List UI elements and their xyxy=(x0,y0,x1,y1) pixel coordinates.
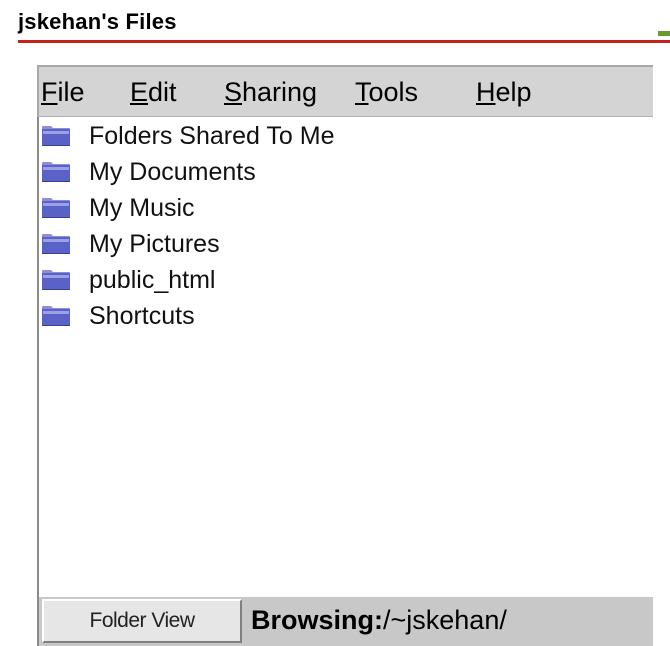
file-name: My Music xyxy=(89,194,195,222)
menu-bar: File Edit Sharing Tools Help xyxy=(37,65,653,117)
folder-view-button[interactable]: Folder View xyxy=(42,599,242,643)
current-path: Browsing:/~jskehan/ xyxy=(251,603,507,637)
folder-icon xyxy=(42,162,70,182)
folder-icon xyxy=(42,126,70,146)
menu-help-label: elp xyxy=(495,77,532,107)
menu-help[interactable]: Help xyxy=(476,76,532,108)
file-name: public_html xyxy=(89,266,216,294)
folder-icon xyxy=(42,270,70,290)
status-bar: Folder View Browsing:/~jskehan/ xyxy=(37,597,653,646)
folder-icon xyxy=(42,306,70,326)
menu-help-accelerator: H xyxy=(476,77,496,107)
menu-edit-label: dit xyxy=(148,77,177,107)
menu-tools[interactable]: Tools xyxy=(355,76,418,108)
file-browser: File Edit Sharing Tools Help Folders Sha… xyxy=(37,65,653,646)
menu-edit-accelerator: E xyxy=(130,77,149,107)
browsing-label: Browsing: xyxy=(251,605,383,635)
window-title: jskehan's Files xyxy=(18,9,177,34)
menu-file-accelerator: F xyxy=(41,77,58,107)
file-name: Shortcuts xyxy=(89,302,195,330)
menu-tools-label: ools xyxy=(368,77,419,107)
file-name: My Pictures xyxy=(89,230,220,258)
menu-file-label: ile xyxy=(57,77,85,107)
menu-file[interactable]: File xyxy=(41,76,85,108)
menu-sharing[interactable]: Sharing xyxy=(224,76,317,108)
file-name: Folders Shared To Me xyxy=(89,122,335,150)
menu-sharing-label: haring xyxy=(242,77,318,107)
header-divider xyxy=(18,40,670,43)
menu-tools-accelerator: T xyxy=(355,77,369,107)
path-value: /~jskehan/ xyxy=(383,605,507,635)
window-header: jskehan's Files xyxy=(18,0,670,44)
file-name: My Documents xyxy=(89,158,256,186)
file-list: Folders Shared To Me My Documents My Mus… xyxy=(37,117,653,601)
menu-sharing-accelerator: S xyxy=(224,77,243,107)
menu-edit[interactable]: Edit xyxy=(130,76,177,108)
folder-icon xyxy=(42,198,70,218)
page: jskehan's Files File Edit Sharing Tools … xyxy=(0,0,670,646)
minimize-button[interactable] xyxy=(658,31,670,36)
folder-icon xyxy=(42,234,70,254)
